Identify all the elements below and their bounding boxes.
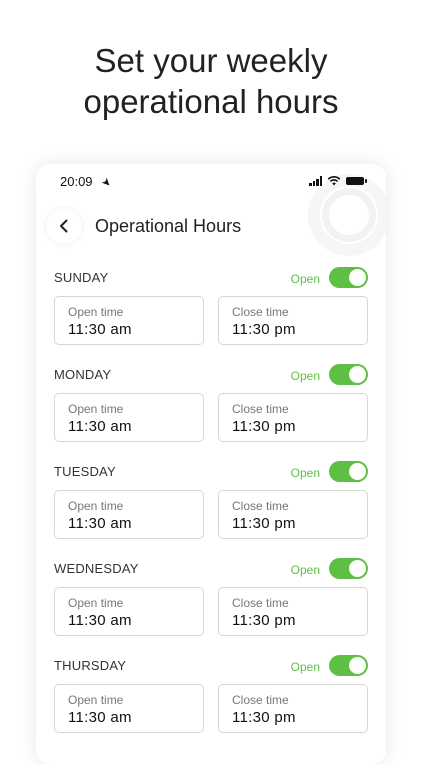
day-name: MONDAY	[54, 367, 112, 382]
open-toggle[interactable]	[329, 267, 368, 288]
open-time-label: Open time	[68, 305, 124, 319]
open-time-value: 11:30 am	[68, 709, 132, 726]
close-time-label: Close time	[232, 499, 289, 513]
open-time-value: 11:30 am	[68, 418, 132, 435]
open-time-value: 11:30 am	[68, 612, 132, 629]
toggle-knob	[349, 463, 366, 480]
open-status-label: Open	[290, 660, 320, 674]
open-toggle[interactable]	[329, 655, 368, 676]
open-time-label: Open time	[68, 693, 124, 707]
wifi-icon	[327, 176, 341, 186]
day-row-tuesday: TUESDAY Open Open time 11:30 am Close ti…	[54, 458, 368, 555]
close-time-label: Close time	[232, 305, 289, 319]
open-status-label: Open	[290, 369, 320, 383]
day-row-wednesday: WEDNESDAY Open Open time 11:30 am Close …	[54, 555, 368, 652]
close-time-label: Close time	[232, 402, 289, 416]
close-time-field[interactable]: Close time 11:30 pm	[218, 684, 368, 733]
open-toggle[interactable]	[329, 364, 368, 385]
decorative-ring-inner	[322, 188, 376, 242]
headline: Set your weekly operational hours	[0, 40, 422, 122]
open-toggle[interactable]	[329, 461, 368, 482]
close-time-field[interactable]: Close time 11:30 pm	[218, 296, 368, 345]
page-title: Operational Hours	[95, 216, 242, 236]
day-name: WEDNESDAY	[54, 561, 139, 576]
phone-screen: 20:09 ➤ Operational Hours SUNDAY Open Op…	[36, 164, 386, 764]
close-time-field[interactable]: Close time 11:30 pm	[218, 587, 368, 636]
close-time-label: Close time	[232, 693, 289, 707]
headline-line-1: Set your weekly	[94, 42, 328, 79]
status-icons	[309, 176, 367, 186]
chevron-left-icon	[60, 219, 68, 233]
open-status-label: Open	[290, 563, 320, 577]
day-row-monday: MONDAY Open Open time 11:30 am Close tim…	[54, 361, 368, 458]
day-row-sunday: SUNDAY Open Open time 11:30 am Close tim…	[54, 264, 368, 361]
back-button[interactable]	[46, 208, 82, 244]
open-time-value: 11:30 am	[68, 515, 132, 532]
day-row-thursday: THURSDAY Open Open time 11:30 am Close t…	[54, 652, 368, 749]
toggle-knob	[349, 657, 366, 674]
open-time-field[interactable]: Open time 11:30 am	[54, 393, 204, 442]
status-time: 20:09	[60, 174, 93, 189]
open-time-label: Open time	[68, 402, 124, 416]
close-time-value: 11:30 pm	[232, 612, 296, 629]
day-name: THURSDAY	[54, 658, 127, 673]
toggle-knob	[349, 560, 366, 577]
open-time-field[interactable]: Open time 11:30 am	[54, 587, 204, 636]
close-time-field[interactable]: Close time 11:30 pm	[218, 490, 368, 539]
battery-icon	[346, 177, 367, 185]
open-status-label: Open	[290, 466, 320, 480]
open-time-field[interactable]: Open time 11:30 am	[54, 684, 204, 733]
location-arrow-icon: ➤	[98, 175, 114, 191]
headline-line-2: operational hours	[83, 83, 339, 120]
close-time-value: 11:30 pm	[232, 321, 296, 338]
status-bar: 20:09 ➤	[60, 174, 114, 190]
close-time-label: Close time	[232, 596, 289, 610]
close-time-value: 11:30 pm	[232, 418, 296, 435]
open-time-field[interactable]: Open time 11:30 am	[54, 296, 204, 345]
close-time-field[interactable]: Close time 11:30 pm	[218, 393, 368, 442]
toggle-knob	[349, 366, 366, 383]
open-toggle[interactable]	[329, 558, 368, 579]
days-list: SUNDAY Open Open time 11:30 am Close tim…	[54, 264, 368, 749]
open-time-label: Open time	[68, 596, 124, 610]
open-status-label: Open	[290, 272, 320, 286]
close-time-value: 11:30 pm	[232, 515, 296, 532]
day-name: SUNDAY	[54, 270, 109, 285]
open-time-label: Open time	[68, 499, 124, 513]
day-name: TUESDAY	[54, 464, 116, 479]
open-time-field[interactable]: Open time 11:30 am	[54, 490, 204, 539]
close-time-value: 11:30 pm	[232, 709, 296, 726]
signal-icon	[309, 176, 322, 186]
open-time-value: 11:30 am	[68, 321, 132, 338]
toggle-knob	[349, 269, 366, 286]
